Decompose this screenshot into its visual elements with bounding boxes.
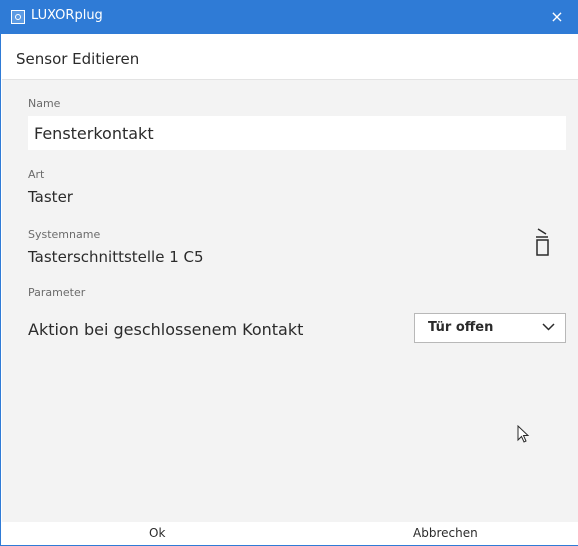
cancel-button[interactable]: Abbrechen [413,526,478,540]
page-title: Sensor Editieren [16,50,140,68]
systemname-label: Systemname [28,228,101,241]
chevron-down-icon [542,323,555,331]
form-content: Name Art Taster Systemname Tasterschnitt… [2,80,578,522]
parameter-label: Parameter [28,286,86,299]
close-button[interactable]: × [535,0,578,34]
name-label: Name [28,97,61,110]
dialog-window: LUXORplug × Sensor Editieren Name Art Ta… [0,0,578,546]
action-select-value: Tür offen [428,320,494,335]
action-label: Aktion bei geschlossenem Kontakt [28,320,304,339]
trash-icon[interactable] [532,226,552,264]
action-select[interactable]: Tür offen [414,313,566,343]
mouse-cursor-icon [517,425,530,443]
systemname-value: Tasterschnittstelle 1 C5 [28,248,204,266]
art-value: Taster [28,188,73,206]
window-title: LUXORplug [31,8,103,23]
title-bar: LUXORplug × [1,0,578,34]
name-field[interactable] [28,116,566,150]
luxorplug-app-icon [11,10,25,24]
ok-button[interactable]: Ok [149,526,165,540]
art-label: Art [28,168,45,181]
dialog-header: Sensor Editieren [2,34,578,80]
dialog-footer: Ok Abbrechen [2,522,578,545]
